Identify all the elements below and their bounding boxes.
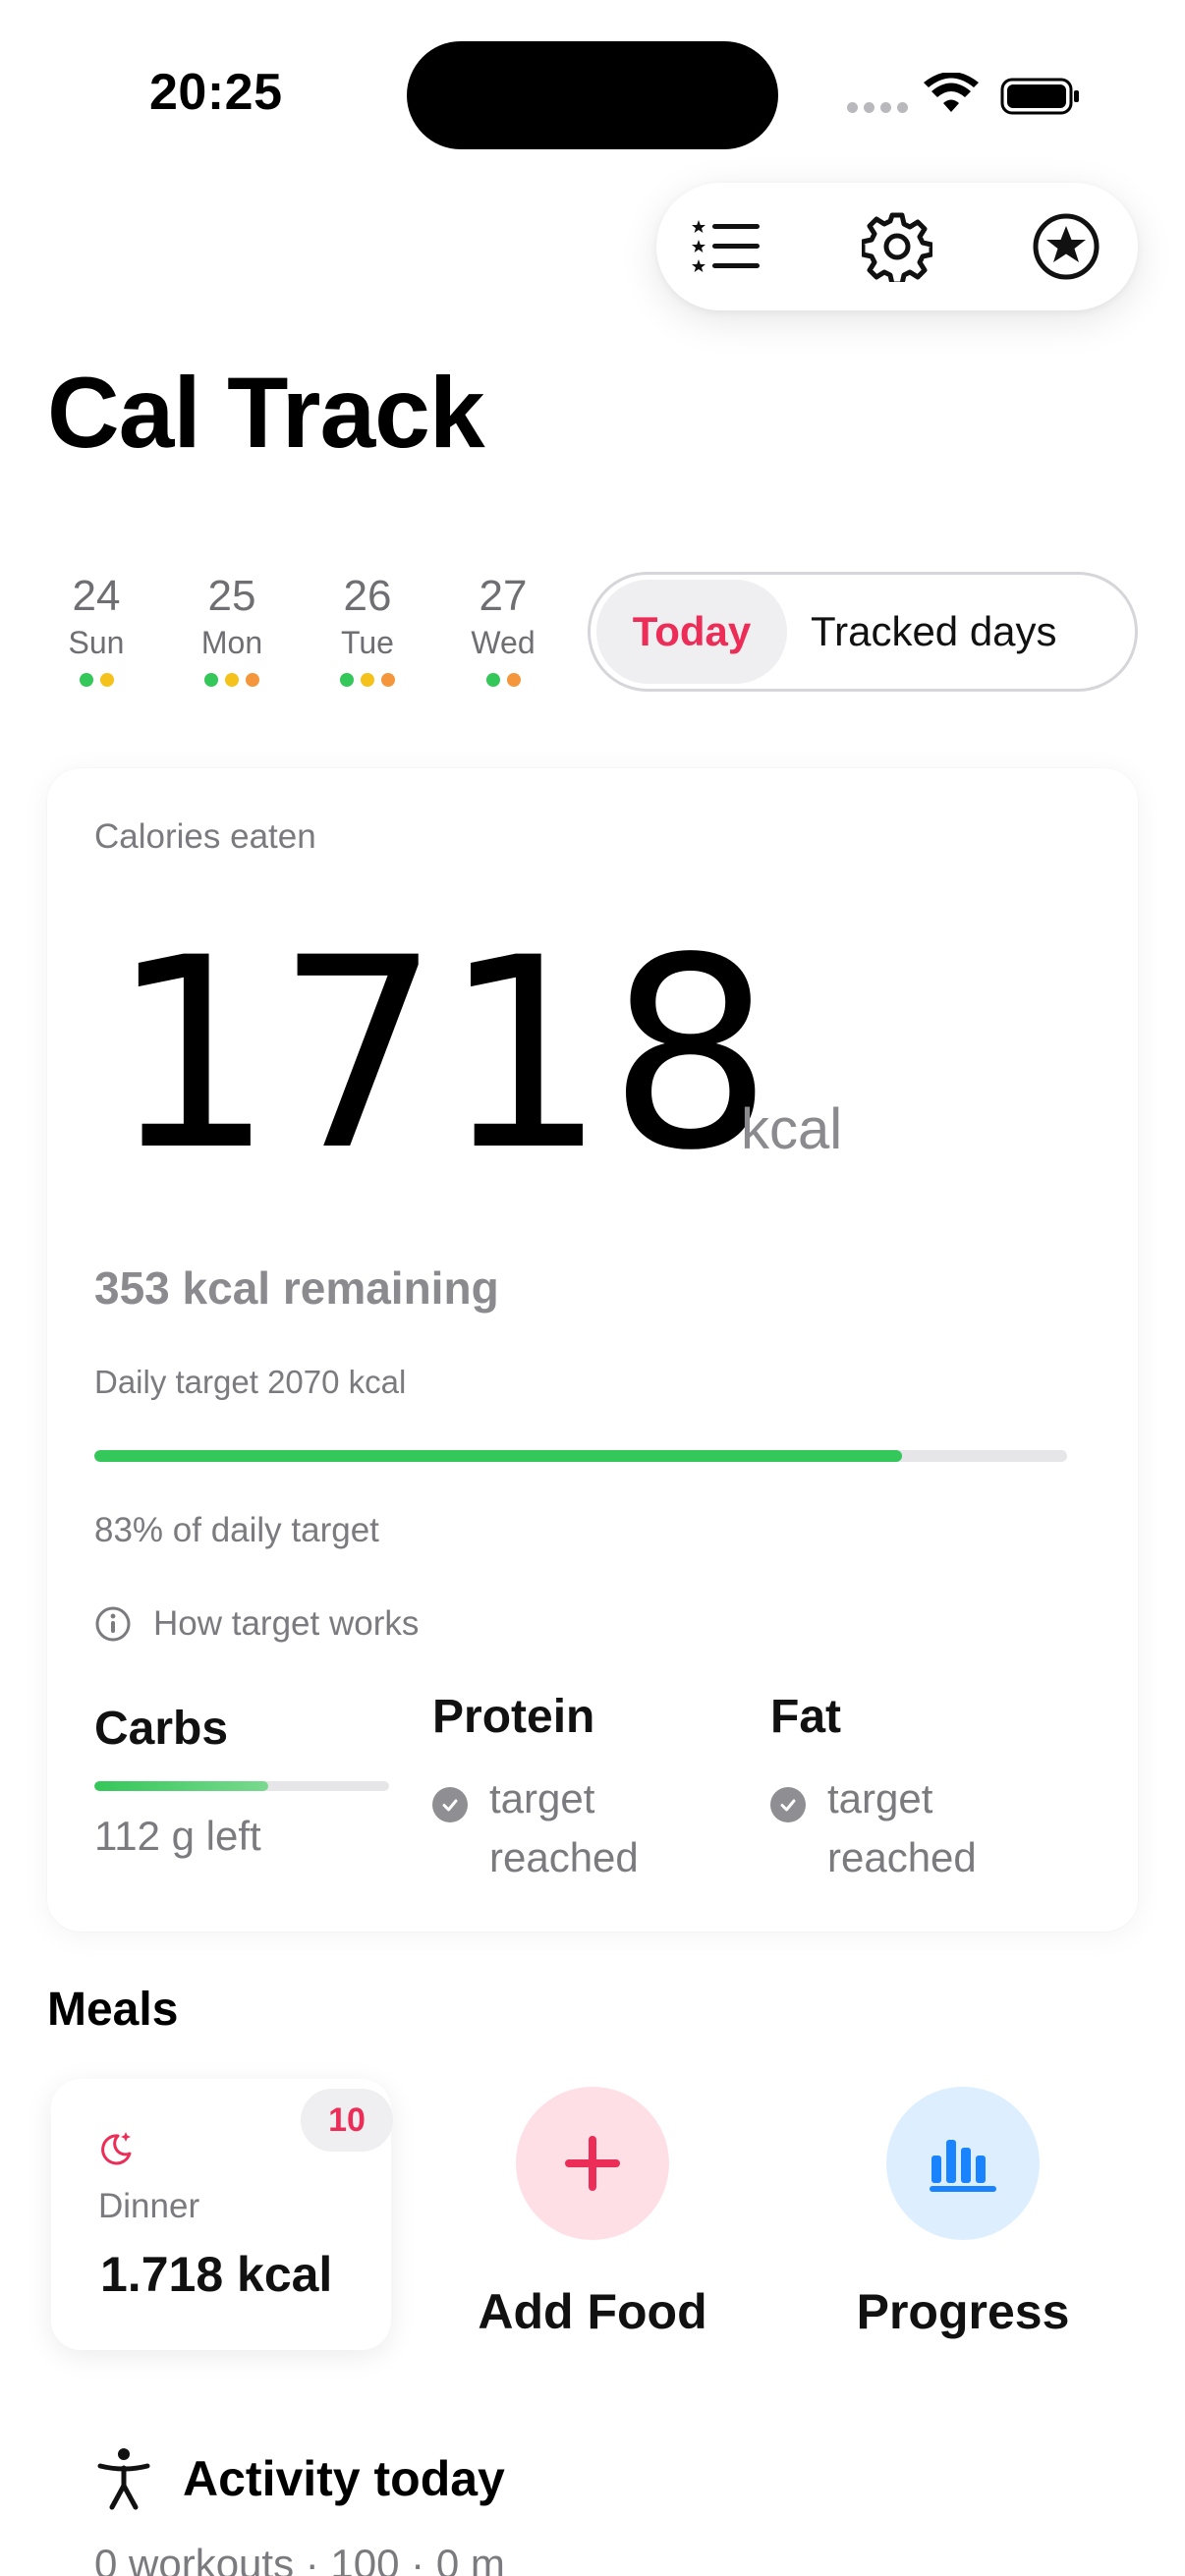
day-name: Tue: [341, 625, 394, 660]
star-circle-icon: [1033, 213, 1100, 280]
day-name: Sun: [68, 625, 125, 660]
how-target-works-link[interactable]: How target works: [94, 1599, 419, 1649]
top-toolbar: [656, 183, 1138, 310]
premium-button[interactable]: [1026, 206, 1106, 287]
segment-tracked-days[interactable]: Tracked days: [811, 580, 1057, 684]
battery-icon: [1000, 78, 1079, 115]
gear-icon: [862, 212, 932, 282]
meal-kcal: 1.718 kcal: [100, 2247, 333, 2302]
info-icon: [95, 1606, 131, 1642]
activity-summary: 0 workouts · 100 · 0 m: [94, 2541, 505, 2576]
meal-count-badge: 10: [301, 2089, 393, 2152]
day-name: Wed: [471, 625, 536, 660]
day-status-dots: [456, 673, 550, 687]
day-number: 27: [479, 572, 528, 620]
calories-percent: 83% of daily target: [94, 1511, 379, 1549]
progress-button[interactable]: Progress: [806, 2087, 1120, 2340]
macro-protein: Protein target reached: [432, 1690, 747, 1887]
add-food-button[interactable]: Add Food: [435, 2087, 750, 2340]
macro-title: Fat: [770, 1691, 841, 1743]
daily-target: Daily target 2070 kcal: [94, 1364, 407, 1400]
checkmark-icon: [432, 1787, 468, 1822]
add-food-circle: [516, 2087, 669, 2240]
calories-progress-bar: [94, 1450, 1067, 1462]
bar-chart-icon: [930, 2140, 996, 2192]
calories-remaining: 353 kcal remaining: [94, 1262, 499, 1314]
carbs-left: 112 g left: [94, 1813, 261, 1859]
segment-today[interactable]: Today: [596, 580, 787, 684]
how-target-works-label: How target works: [153, 1604, 420, 1643]
day-status-dots: [185, 673, 279, 687]
status-time: 20:25: [149, 64, 283, 121]
list-stars-icon: [692, 220, 760, 272]
checkmark-icon: [770, 1787, 806, 1822]
day-status-dots: [320, 673, 415, 687]
activity-header[interactable]: Activity today: [94, 2446, 505, 2511]
view-segmented-control: Today Tracked days: [588, 572, 1138, 692]
add-food-label: Add Food: [478, 2284, 707, 2339]
calories-label: Calories eaten: [94, 817, 316, 856]
calories-unit: kcal: [741, 1097, 843, 1161]
calories-card: Calories eaten 1718 kcal 353 kcal remain…: [47, 768, 1138, 1932]
cellular-signal-icon: [847, 102, 908, 116]
day-number: 24: [72, 572, 121, 620]
settings-button[interactable]: [857, 206, 937, 287]
dynamic-island: [407, 41, 778, 149]
meal-card-dinner[interactable]: 10 Dinner 1.718 kcal: [51, 2079, 393, 2350]
day-item[interactable]: 27 Wed: [456, 572, 550, 687]
carbs-progress-fill: [94, 1781, 268, 1791]
moon-stars-icon: [101, 2132, 132, 2165]
progress-label: Progress: [856, 2284, 1070, 2339]
plus-icon: [565, 2136, 620, 2191]
macro-carbs: Carbs 112 g left: [94, 1702, 409, 1860]
macro-title: Carbs: [94, 1703, 229, 1755]
page-title: Cal Track: [47, 357, 485, 469]
progress-circle: [886, 2087, 1040, 2240]
calories-progress-fill: [94, 1450, 902, 1462]
wifi-icon: [924, 73, 979, 112]
day-item[interactable]: 26 Tue: [320, 572, 415, 687]
day-name: Mon: [200, 625, 263, 660]
fat-status: target reached: [827, 1775, 977, 1880]
meal-label: Dinner: [98, 2187, 200, 2225]
food-list-button[interactable]: [686, 206, 766, 287]
day-number: 26: [343, 572, 392, 620]
day-item[interactable]: 24 Sun: [49, 572, 143, 687]
day-status-dots: [49, 673, 143, 687]
protein-status: target reached: [489, 1775, 639, 1880]
day-item[interactable]: 25 Mon: [185, 572, 279, 687]
macro-title: Protein: [432, 1691, 595, 1743]
calories-value: 1718: [110, 902, 775, 1208]
figure-walk-icon: [97, 2448, 150, 2510]
meals-heading: Meals: [47, 1984, 179, 2036]
carbs-progress-bar: [94, 1781, 389, 1791]
macro-fat: Fat target reached: [770, 1690, 1085, 1887]
day-number: 25: [207, 572, 256, 620]
activity-title: Activity today: [183, 2451, 505, 2506]
